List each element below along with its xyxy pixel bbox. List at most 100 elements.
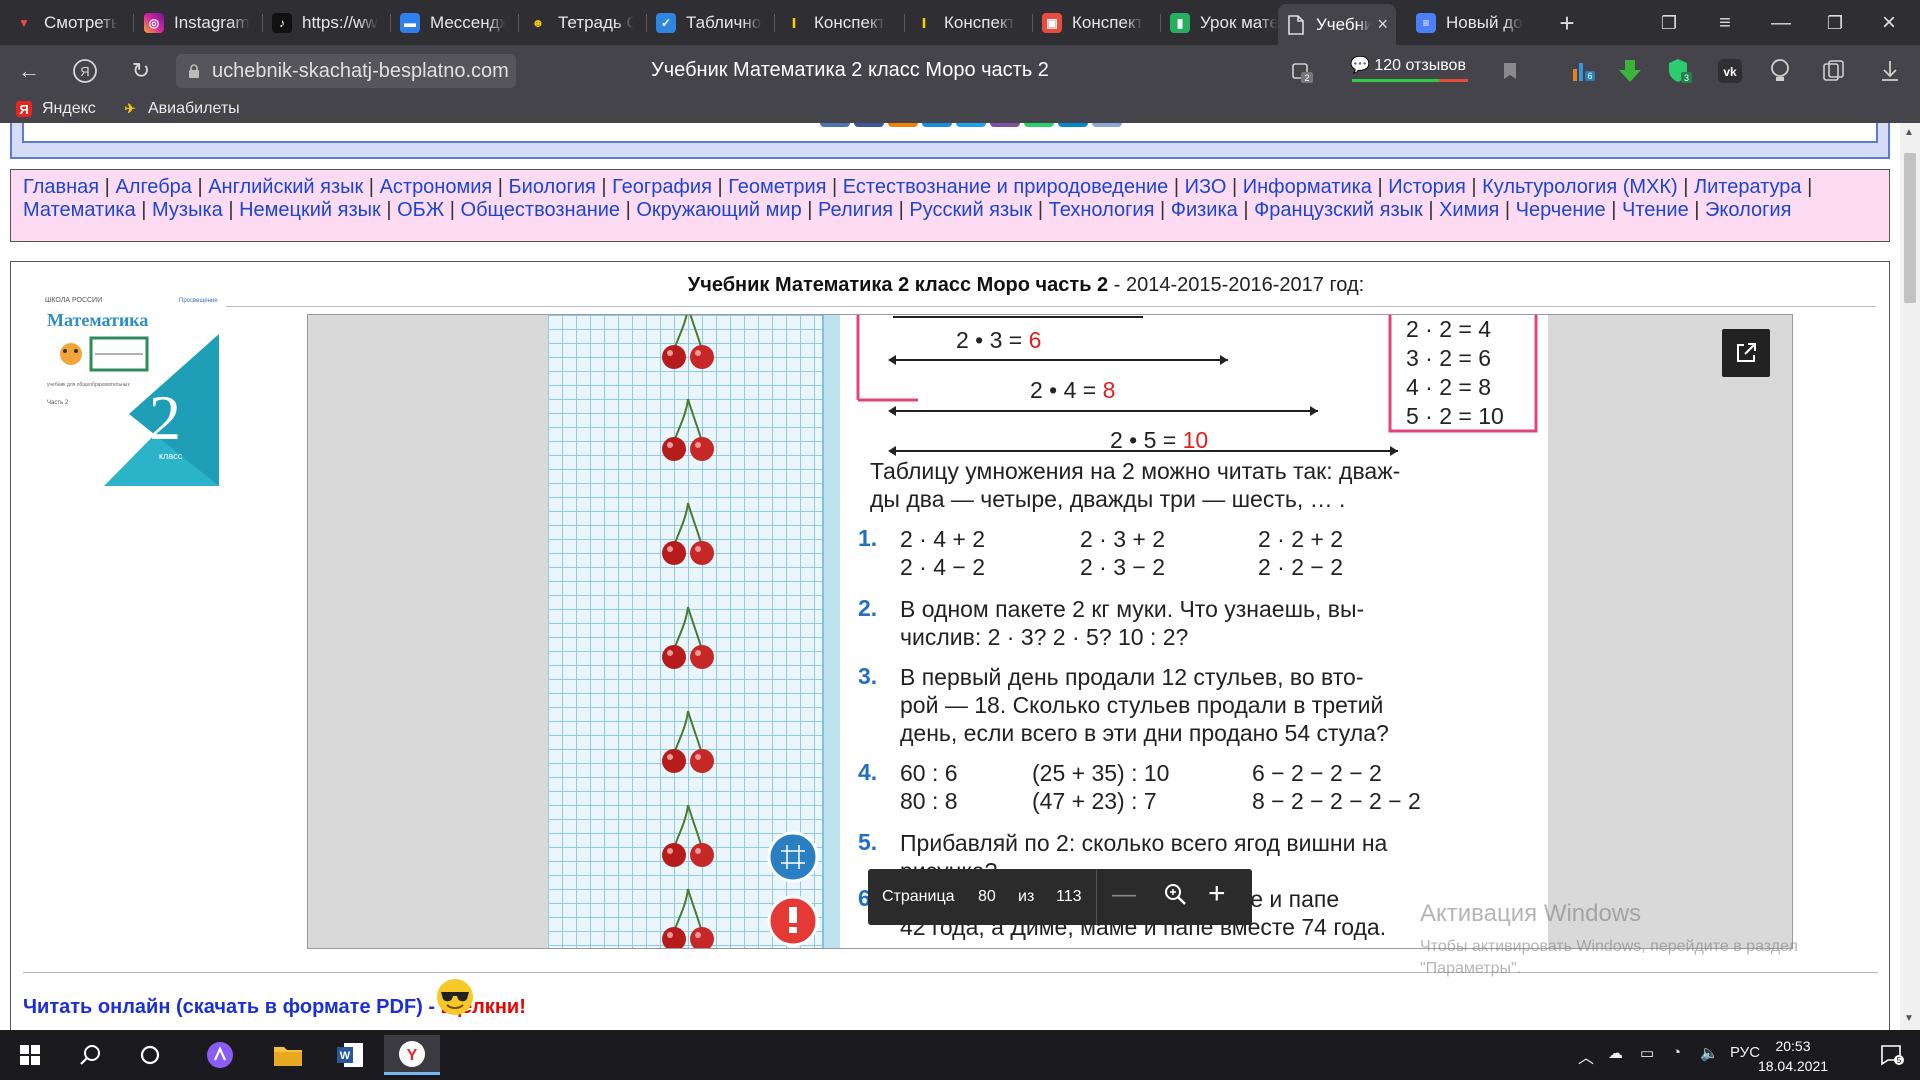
subject-link[interactable]: Химия: [1439, 199, 1499, 221]
search-icon[interactable]: [62, 1035, 118, 1075]
tabs-count-icon[interactable]: 2: [1288, 57, 1316, 85]
zoom-search-icon[interactable]: [1162, 881, 1188, 912]
zoom-in-button[interactable]: +: [1208, 877, 1226, 911]
subject-link[interactable]: Алгебра: [115, 176, 191, 198]
reviews-widget[interactable]: 💬 120 отзывов: [1350, 55, 1468, 82]
lightbulb-icon[interactable]: [1766, 57, 1794, 85]
subject-link[interactable]: Главная: [23, 176, 99, 198]
subject-link[interactable]: Астрономия: [380, 176, 493, 198]
download-green-icon[interactable]: [1616, 57, 1644, 85]
open-external-button[interactable]: [1722, 329, 1770, 377]
subject-link[interactable]: Чтение: [1622, 199, 1689, 221]
menu-icon[interactable]: ≡: [1710, 8, 1740, 38]
tab-4[interactable]: ▬ Мессендж: [392, 4, 514, 41]
current-page[interactable]: 80: [978, 888, 996, 906]
subject-link[interactable]: Английский язык: [208, 176, 363, 198]
bookmark-yandex[interactable]: Я Яндекс: [16, 100, 96, 118]
subject-link[interactable]: Окружающий мир: [636, 199, 801, 221]
subject-link[interactable]: Русский язык: [909, 199, 1032, 221]
subject-link[interactable]: Экология: [1705, 199, 1791, 221]
scroll-down-arrow[interactable]: ▼: [1904, 1013, 1914, 1024]
page-scrollbar[interactable]: ▲ ▼: [1900, 123, 1920, 1030]
close-tab-icon[interactable]: ×: [1377, 14, 1388, 35]
tab-9[interactable]: ▣ Конспект: [1034, 4, 1158, 41]
bookmark-aviatickets[interactable]: ✈ Авиабилеты: [122, 100, 240, 118]
share-viber-button[interactable]: [990, 123, 1020, 127]
scroll-up-arrow[interactable]: ▲: [1904, 127, 1914, 138]
subject-link[interactable]: Музыка: [152, 199, 223, 221]
reload-button[interactable]: ↻: [126, 56, 156, 86]
subject-link[interactable]: Технология: [1049, 199, 1155, 221]
tab-8[interactable]: ı Конспект: [906, 4, 1030, 41]
tab-3[interactable]: ♪ https://ww: [264, 4, 386, 41]
vk-icon[interactable]: vk: [1716, 57, 1744, 85]
collections-icon[interactable]: [1820, 57, 1848, 85]
new-tab-button[interactable]: +: [1552, 8, 1582, 38]
minimize-button[interactable]: —: [1766, 8, 1796, 38]
subject-link[interactable]: Обществознание: [461, 199, 621, 221]
subject-link[interactable]: ОБЖ: [397, 199, 444, 221]
tab-active[interactable]: Учебни ×: [1278, 4, 1396, 45]
subject-link[interactable]: Геометрия: [728, 176, 826, 198]
yandex-home-button[interactable]: Я: [70, 56, 100, 86]
subject-link[interactable]: История: [1388, 176, 1466, 198]
start-button[interactable]: [2, 1035, 58, 1075]
clock[interactable]: 20:53 18.04.2021: [1748, 1036, 1838, 1076]
share-ok-button[interactable]: [888, 123, 918, 127]
subject-link[interactable]: Естествознание и природоведение: [843, 176, 1169, 198]
downloads-icon[interactable]: [1876, 57, 1904, 85]
share-twitter-button[interactable]: [956, 123, 986, 127]
subject-link[interactable]: Культурология (МХК): [1482, 176, 1678, 198]
subject-link[interactable]: Физика: [1171, 199, 1238, 221]
tab-7[interactable]: ı Конспект: [776, 4, 900, 41]
notifications-icon[interactable]: 5: [1864, 1035, 1920, 1075]
volume-icon[interactable]: 🔈: [1700, 1044, 1719, 1062]
subject-link[interactable]: Немецкий язык: [239, 199, 381, 221]
tab-5[interactable]: ☻ Тетрадь С: [520, 4, 642, 41]
subject-link[interactable]: ИЗО: [1185, 176, 1227, 198]
zoom-out-button[interactable]: —: [1112, 881, 1136, 909]
tabs-overview-icon[interactable]: ❐: [1654, 8, 1684, 38]
tab-new-doc[interactable]: ≡ Новый до: [1408, 4, 1538, 41]
shield-extension-icon[interactable]: 3: [1666, 57, 1694, 85]
file-explorer-icon[interactable]: [260, 1035, 316, 1075]
scrollbar-thumb[interactable]: [1904, 153, 1916, 303]
share-mail-button[interactable]: [922, 123, 952, 127]
subject-link[interactable]: Математика: [23, 199, 136, 221]
share-facebook-button[interactable]: [854, 123, 884, 127]
subject-link[interactable]: Черчение: [1516, 199, 1606, 221]
tab-10[interactable]: ▮ Урок мате: [1162, 4, 1286, 41]
subject-link[interactable]: Религия: [818, 199, 893, 221]
maximize-button[interactable]: ❐: [1820, 8, 1850, 38]
share-whatsapp-button[interactable]: [1024, 123, 1054, 127]
alice-icon[interactable]: [192, 1035, 248, 1075]
subject-link[interactable]: География: [612, 176, 712, 198]
bookmark-icon[interactable]: [1496, 57, 1524, 85]
onedrive-icon[interactable]: ☁: [1608, 1044, 1623, 1062]
battery-icon[interactable]: ▭: [1640, 1044, 1654, 1062]
share-telegram-button[interactable]: [1058, 123, 1088, 127]
extension-chart-icon[interactable]: 6: [1570, 57, 1598, 85]
subject-link[interactable]: Биология: [509, 176, 596, 198]
cortana-icon[interactable]: [122, 1035, 178, 1075]
yandex-browser-taskbar[interactable]: Y: [384, 1035, 440, 1075]
tab-label: Конспект: [1072, 12, 1144, 32]
pdf-viewer[interactable]: 2 • 3 = 6 2 • 4 = 8 2 • 5 = 10 2 · 2 = 4…: [307, 314, 1793, 949]
tab-2[interactable]: ◎ Instagram: [136, 4, 258, 41]
word-icon[interactable]: W: [322, 1035, 378, 1075]
wifi-icon[interactable]: ◔: [1672, 1044, 1681, 1061]
tray-chevron-icon[interactable]: ︿: [1578, 1044, 1594, 1068]
tab-1[interactable]: ▼ Смотреть: [6, 4, 126, 41]
share-vk-button[interactable]: [820, 123, 850, 127]
url-field[interactable]: uchebnik-skachatj-besplatno.com: [176, 54, 516, 88]
back-button[interactable]: ←: [14, 56, 44, 86]
svg-text:5: 5: [1897, 1056, 1902, 1065]
subject-link[interactable]: Французский язык: [1254, 199, 1423, 221]
subject-link[interactable]: Литература: [1694, 176, 1802, 198]
close-window-button[interactable]: ×: [1874, 8, 1904, 38]
share-more-button[interactable]: [1092, 123, 1122, 127]
tab-6[interactable]: ✓ Табличное: [648, 4, 770, 41]
subject-link[interactable]: Информатика: [1243, 176, 1372, 198]
tiktok-icon: ♪: [272, 12, 292, 33]
book-cover[interactable]: 2 класс ШКОЛА РОССИИ Просвещение Математ…: [29, 274, 219, 486]
